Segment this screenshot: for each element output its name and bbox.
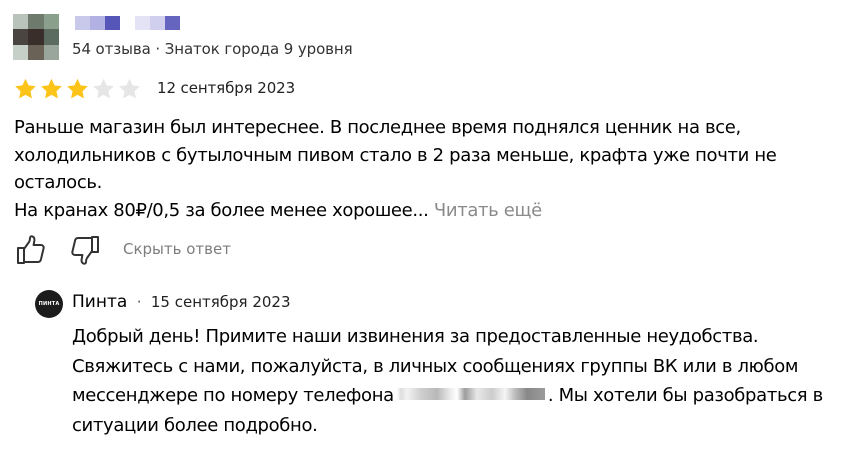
read-more-link[interactable]: Читать ещё	[434, 200, 542, 221]
name-blur-block	[90, 16, 105, 30]
reply-line: ситуации более подробно.	[72, 414, 318, 436]
avatar-pixel	[13, 44, 29, 60]
review-line: осталось.	[14, 172, 103, 193]
avatar-pixel	[43, 14, 59, 30]
avatar-pixel	[28, 14, 44, 30]
review-actions	[14, 233, 102, 267]
star-empty-icon	[119, 78, 140, 99]
star-filled-icon	[41, 78, 62, 99]
review-line: На кранах 80₽/0,5 за более менее хорошее…	[14, 197, 849, 225]
name-blur-block	[105, 16, 120, 30]
star-filled-icon	[15, 78, 36, 99]
star-filled-icon	[67, 78, 88, 99]
rating-stars	[13, 77, 142, 101]
review-line: холодильников с бутылочным пивом стало в…	[14, 144, 777, 166]
reply-line-segment: мессенджере по номеру телефона	[72, 385, 394, 406]
name-blur-block	[120, 16, 135, 30]
name-blur-block	[75, 16, 90, 30]
org-logo: ПИНТА	[35, 290, 63, 318]
reply-date: 15 сентября 2023	[150, 293, 291, 311]
avatar-pixel	[43, 44, 59, 60]
author-meta: 54 отзыва · Знаток города 9 уровня	[72, 40, 353, 58]
reply-line: Свяжитесь с нами, пожалуйста, в личных с…	[72, 355, 799, 377]
hide-reply-button[interactable]: Скрыть ответ	[123, 240, 231, 258]
star-empty-icon	[93, 78, 114, 99]
reply-line-segment: . Мы хотели бы разобраться в	[547, 385, 823, 406]
avatar-pixel	[43, 29, 59, 45]
thumbs-down-icon[interactable]	[68, 233, 102, 267]
avatar-pixel	[28, 44, 44, 60]
avatar-pixel	[13, 29, 29, 45]
avatar-pixel	[28, 29, 44, 45]
name-blur-block	[135, 16, 150, 30]
reply-text: Добрый день! Примите наши извинения за п…	[72, 322, 852, 440]
separator: ·	[136, 293, 142, 311]
review-date: 12 сентября 2023	[157, 79, 296, 97]
author-avatar[interactable]	[13, 14, 59, 60]
org-name[interactable]: Пинта	[72, 292, 127, 312]
review-text: Раньше магазин был интереснее. В последн…	[14, 114, 849, 224]
reply-line: мессенджере по номеру телефона . Мы хотел…	[72, 381, 852, 411]
name-blur-block	[165, 16, 180, 30]
name-blur-block	[150, 16, 165, 30]
org-logo-text: ПИНТА	[38, 301, 60, 307]
avatar-pixel	[13, 14, 29, 30]
review-last-line: На кранах 80₽/0,5 за более менее хорошее…	[14, 199, 429, 221]
phone-number-redacted	[396, 388, 545, 400]
reply-header: Пинта · 15 сентября 2023	[72, 292, 291, 312]
review-line: Раньше магазин был интереснее. В последн…	[14, 117, 741, 138]
author-name-redacted[interactable]	[75, 16, 180, 30]
reply-line: Добрый день! Примите наши извинения за п…	[72, 326, 759, 347]
thumbs-up-icon[interactable]	[14, 233, 48, 267]
